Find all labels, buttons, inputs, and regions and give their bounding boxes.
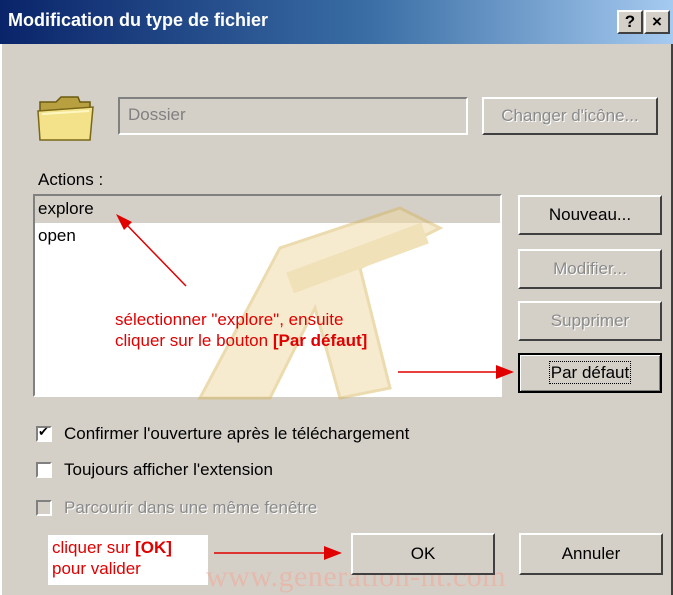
- list-instruction-line2: cliquer sur le bouton [Par défaut]: [115, 330, 367, 351]
- arrow-to-default-button-icon: [398, 365, 514, 379]
- new-action-button[interactable]: Nouveau...: [518, 195, 662, 235]
- confirm-open-label: Confirmer l'ouverture après le télécharg…: [64, 424, 410, 443]
- list-instruction-line2-bold: [Par défaut]: [272, 331, 368, 350]
- generation-nt-watermark-logo: [197, 206, 444, 400]
- title-bar[interactable]: Modification du type de fichier ? ×: [0, 0, 673, 44]
- list-instruction-line1: sélectionner "explore", ensuite: [115, 310, 344, 329]
- always-show-extension-option[interactable]: Toujours afficher l'extension: [36, 458, 273, 482]
- set-default-button-label: Par défaut: [548, 361, 632, 384]
- ok-instruction-annotation: cliquer sur [OK] pour valider: [48, 535, 208, 585]
- always-show-extension-label: Toujours afficher l'extension: [64, 460, 273, 479]
- change-icon-button[interactable]: Changer d'icône...: [482, 97, 658, 135]
- delete-action-button[interactable]: Supprimer: [518, 301, 662, 341]
- set-default-button[interactable]: Par défaut: [518, 353, 662, 393]
- actions-label: Actions :: [38, 170, 104, 189]
- ok-instruction-line1-text: cliquer sur: [52, 538, 136, 557]
- list-instruction-annotation: sélectionner "explore", ensuite cliquer …: [115, 309, 367, 351]
- ok-instruction-line1-bold: [OK]: [135, 538, 172, 557]
- ok-instruction-line2: pour valider: [52, 559, 141, 578]
- ok-button[interactable]: OK: [351, 533, 495, 575]
- window-title: Modification du type de fichier: [8, 10, 269, 30]
- close-button[interactable]: ×: [644, 10, 670, 34]
- cancel-button[interactable]: Annuler: [519, 533, 663, 575]
- help-button[interactable]: ?: [617, 10, 643, 34]
- browse-same-window-checkbox[interactable]: [36, 500, 52, 516]
- browse-same-window-option[interactable]: Parcourir dans une même fenêtre: [36, 496, 317, 520]
- arrow-to-explore-icon: [116, 214, 187, 287]
- always-show-extension-checkbox[interactable]: [36, 462, 52, 478]
- browse-same-window-label: Parcourir dans une même fenêtre: [64, 498, 318, 517]
- arrow-to-ok-button-icon: [214, 546, 342, 560]
- folder-icon: [37, 96, 94, 141]
- edit-action-button[interactable]: Modifier...: [518, 249, 662, 289]
- ok-instruction-line1: cliquer sur [OK]: [52, 537, 204, 558]
- confirm-open-option[interactable]: Confirmer l'ouverture après le télécharg…: [36, 422, 409, 446]
- confirm-open-checkbox[interactable]: [36, 424, 52, 442]
- file-type-description-field[interactable]: Dossier: [118, 97, 468, 135]
- list-instruction-line2-text: cliquer sur le bouton: [115, 331, 273, 350]
